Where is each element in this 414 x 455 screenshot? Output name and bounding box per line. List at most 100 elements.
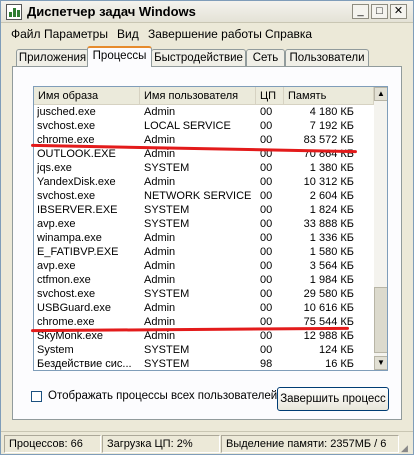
- process-user-cell: Admin: [144, 176, 176, 188]
- vertical-scrollbar[interactable]: ▲ ▼: [374, 87, 387, 370]
- scroll-up-icon[interactable]: ▲: [374, 87, 387, 101]
- process-user-cell: Admin: [144, 134, 176, 146]
- process-memory-cell: 1 824 КБ: [309, 204, 354, 216]
- process-memory-cell: 3 564 КБ: [309, 260, 354, 272]
- table-row[interactable]: avp.exe SYSTEM 00 33 888 КБ: [34, 217, 374, 231]
- process-cpu-cell: 00: [260, 302, 273, 314]
- table-row[interactable]: E_FATIBVP.EXE Admin 00 1 580 КБ: [34, 245, 374, 259]
- process-memory-cell: 1 580 КБ: [309, 246, 354, 258]
- process-user-cell: Admin: [144, 246, 176, 258]
- process-memory-cell: 1 380 КБ: [309, 162, 354, 174]
- process-user-cell: SYSTEM: [144, 288, 190, 300]
- end-process-button[interactable]: Завершить процесс: [277, 387, 389, 411]
- status-bar: Процессов: 66 Загрузка ЦП: 2% Выделение …: [1, 431, 413, 455]
- status-process-count: Процессов: 66: [4, 435, 101, 453]
- table-row[interactable]: svchost.exe SYSTEM 00 29 580 КБ: [34, 287, 374, 301]
- tab-users[interactable]: Пользователи: [285, 49, 369, 67]
- process-list-header: Имя образа Имя пользователя ЦП Память: [34, 87, 374, 105]
- process-user-cell: SYSTEM: [144, 162, 190, 174]
- process-name-cell: Бездействие сис...: [37, 358, 132, 370]
- process-user-cell: Admin: [144, 106, 176, 118]
- process-user-cell: SYSTEM: [144, 218, 190, 230]
- process-name-cell: svchost.exe: [37, 190, 96, 202]
- menu-view[interactable]: Вид: [117, 27, 139, 41]
- table-row[interactable]: YandexDisk.exe Admin 00 10 312 КБ: [34, 175, 374, 189]
- process-cpu-cell: 00: [260, 260, 273, 272]
- tab-performance[interactable]: Быстродействие: [151, 49, 246, 67]
- maximize-icon[interactable]: □: [371, 4, 388, 19]
- tab-processes[interactable]: Процессы: [87, 46, 152, 67]
- process-name-cell: E_FATIBVP.EXE: [37, 246, 119, 258]
- column-user-name[interactable]: Имя пользователя: [140, 87, 256, 105]
- tab-applications[interactable]: Приложения: [16, 49, 89, 67]
- menu-options[interactable]: Параметры: [44, 27, 108, 41]
- process-cpu-cell: 00: [260, 176, 273, 188]
- taskmanager-icon: [6, 4, 22, 20]
- process-name-cell: winampa.exe: [37, 232, 102, 244]
- process-user-cell: NETWORK SERVICE: [144, 190, 252, 202]
- process-name-cell: svchost.exe: [37, 288, 96, 300]
- process-memory-cell: 1 984 КБ: [309, 274, 354, 286]
- process-memory-cell: 33 888 КБ: [303, 218, 354, 230]
- process-name-cell: svchost.exe: [37, 120, 96, 132]
- process-name-cell: ctfmon.exe: [37, 274, 91, 286]
- process-memory-cell: 12 988 КБ: [303, 330, 354, 342]
- size-grip-icon[interactable]: ◢: [401, 443, 411, 453]
- status-cpu-usage: Загрузка ЦП: 2%: [102, 435, 220, 453]
- process-memory-cell: 10 312 КБ: [303, 176, 354, 188]
- table-row[interactable]: System SYSTEM 00 124 КБ: [34, 343, 374, 357]
- menu-help[interactable]: Справка: [265, 27, 312, 41]
- process-user-cell: SYSTEM: [144, 358, 190, 370]
- process-name-cell: avp.exe: [37, 218, 76, 230]
- process-memory-cell: 10 616 КБ: [303, 302, 354, 314]
- process-cpu-cell: 00: [260, 190, 273, 202]
- table-row[interactable]: svchost.exe NETWORK SERVICE 00 2 604 КБ: [34, 189, 374, 203]
- process-cpu-cell: 00: [260, 288, 273, 300]
- process-memory-cell: 29 580 КБ: [303, 288, 354, 300]
- process-memory-cell: 83 572 КБ: [303, 134, 354, 146]
- column-memory[interactable]: Память: [284, 87, 374, 105]
- process-user-cell: SYSTEM: [144, 204, 190, 216]
- process-cpu-cell: 00: [260, 246, 273, 258]
- table-row[interactable]: avp.exe Admin 00 3 564 КБ: [34, 259, 374, 273]
- close-icon[interactable]: ✕: [390, 4, 407, 19]
- scroll-thumb[interactable]: [374, 287, 387, 353]
- menu-bar: Файл Параметры Вид Завершение работы Спр…: [1, 24, 413, 43]
- tab-network[interactable]: Сеть: [246, 49, 285, 67]
- process-cpu-cell: 00: [260, 134, 273, 146]
- process-cpu-cell: 00: [260, 232, 273, 244]
- menu-file[interactable]: Файл: [11, 27, 41, 41]
- scroll-down-icon[interactable]: ▼: [374, 356, 387, 370]
- process-name-cell: avp.exe: [37, 260, 76, 272]
- process-cpu-cell: 00: [260, 330, 273, 342]
- process-memory-cell: 1 336 КБ: [309, 232, 354, 244]
- minimize-icon[interactable]: _: [352, 4, 369, 19]
- process-user-cell: Admin: [144, 260, 176, 272]
- window-title: Диспетчер задач Windows: [27, 4, 196, 19]
- column-cpu[interactable]: ЦП: [256, 87, 284, 105]
- table-row[interactable]: svchost.exe LOCAL SERVICE 00 7 192 КБ: [34, 119, 374, 133]
- column-image-name[interactable]: Имя образа: [34, 87, 140, 105]
- process-name-cell: chrome.exe: [37, 316, 95, 328]
- menu-shutdown[interactable]: Завершение работы: [148, 27, 262, 41]
- table-row[interactable]: ctfmon.exe Admin 00 1 984 КБ: [34, 273, 374, 287]
- process-cpu-cell: 00: [260, 106, 273, 118]
- table-row[interactable]: jqs.exe SYSTEM 00 1 380 КБ: [34, 161, 374, 175]
- table-row[interactable]: USBGuard.exe Admin 00 10 616 КБ: [34, 301, 374, 315]
- process-name-cell: System: [37, 344, 74, 356]
- title-bar[interactable]: Диспетчер задач Windows _ □ ✕: [1, 1, 413, 23]
- table-row[interactable]: Бездействие сис... SYSTEM 98 16 КБ: [34, 357, 374, 370]
- table-row[interactable]: jusched.exe Admin 00 4 180 КБ: [34, 105, 374, 119]
- process-cpu-cell: 00: [260, 120, 273, 132]
- process-cpu-cell: 00: [260, 162, 273, 174]
- process-user-cell: LOCAL SERVICE: [144, 120, 231, 132]
- process-name-cell: jusched.exe: [37, 106, 96, 118]
- process-name-cell: IBSERVER.EXE: [37, 204, 118, 216]
- table-row[interactable]: winampa.exe Admin 00 1 336 КБ: [34, 231, 374, 245]
- process-memory-cell: 4 180 КБ: [309, 106, 354, 118]
- table-row[interactable]: IBSERVER.EXE SYSTEM 00 1 824 КБ: [34, 203, 374, 217]
- process-name-cell: jqs.exe: [37, 162, 72, 174]
- show-all-processes-label: Отображать процессы всех пользователей: [48, 390, 278, 402]
- checkbox-box[interactable]: [31, 391, 42, 402]
- process-cpu-cell: 00: [260, 274, 273, 286]
